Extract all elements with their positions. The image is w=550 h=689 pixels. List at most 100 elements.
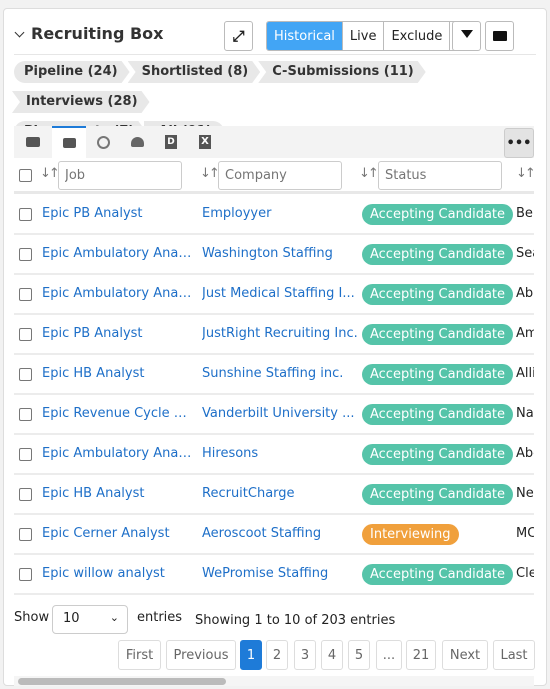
row-checkbox[interactable] — [19, 368, 32, 381]
company-link[interactable]: Vanderbilt University ... — [202, 406, 358, 421]
company-link[interactable]: Hiresons — [202, 446, 358, 461]
company-link[interactable]: Aeroscoot Staffing — [202, 526, 358, 541]
table-row: Epic Revenue Cycle Pr... Vanderbilt Univ… — [14, 395, 534, 435]
company-filter-input[interactable] — [218, 161, 342, 190]
table-row: Epic HB Analyst Sunshine Staffing inc. A… — [14, 355, 534, 395]
status-badge: Accepting Candidate — [362, 444, 514, 465]
sort-column4-icon[interactable]: ↓↑ — [516, 166, 534, 181]
page-button-ellipsis[interactable]: ... — [376, 640, 402, 670]
row-checkbox[interactable] — [19, 528, 32, 541]
column4-cell: New — [516, 486, 534, 501]
collapse-toggle[interactable]: Recruiting Box — [14, 24, 163, 43]
job-link[interactable]: Epic Ambulatory Anal... — [42, 286, 192, 301]
recruiting-box-panel: Recruiting Box ⤢ Historical Live Exclude… — [3, 8, 547, 686]
tab-briefcase[interactable] — [16, 126, 50, 158]
tab-job-search[interactable] — [52, 126, 86, 158]
page-button-21[interactable]: 21 — [406, 640, 436, 670]
expand-button[interactable]: ⤢ — [224, 21, 253, 51]
page-size-select[interactable]: 10 ⌄ — [52, 605, 128, 634]
row-checkbox[interactable] — [19, 408, 32, 421]
mode-exclude-button[interactable]: Exclude — [384, 22, 451, 50]
d-icon: D — [165, 135, 177, 149]
tab-brain[interactable] — [86, 126, 120, 158]
chevron-down-icon — [14, 27, 25, 38]
job-link[interactable]: Epic PB Analyst — [42, 206, 192, 221]
column4-cell: Abb — [516, 286, 534, 301]
filter-button[interactable] — [452, 21, 481, 51]
page-button-previous[interactable]: Previous — [166, 640, 236, 670]
column4-cell: Alli — [516, 366, 534, 381]
sort-job-icon[interactable]: ↓↑ — [40, 166, 60, 181]
helmet-icon — [130, 137, 144, 147]
briefcase-icon — [26, 137, 40, 147]
job-link[interactable]: Epic PB Analyst — [42, 326, 192, 341]
page-button-first[interactable]: First — [118, 640, 161, 670]
status-filter-input[interactable] — [378, 161, 502, 190]
row-checkbox[interactable] — [19, 248, 32, 261]
view-tabs: D X ••• — [14, 126, 534, 158]
table-row: Epic Ambulatory Anal... Washington Staff… — [14, 235, 534, 275]
stage-c-submissions[interactable]: C-Submissions (11) — [258, 61, 426, 83]
more-options-button[interactable]: ••• — [504, 128, 534, 158]
tab-helmet[interactable] — [120, 126, 154, 158]
page-button-4[interactable]: 4 — [321, 640, 343, 670]
table-row: Epic Ambulatory Anal... Just Medical Sta… — [14, 275, 534, 315]
row-checkbox[interactable] — [19, 448, 32, 461]
page-button-2[interactable]: 2 — [266, 640, 288, 670]
stage-pipeline[interactable]: Pipeline (24) — [14, 61, 130, 83]
company-link[interactable]: Employyer — [202, 206, 358, 221]
company-link[interactable]: JustRight Recruiting Inc. — [202, 326, 358, 341]
job-link[interactable]: Epic Ambulatory Anal... — [42, 246, 192, 261]
row-checkbox[interactable] — [19, 568, 32, 581]
page-button-1[interactable]: 1 — [240, 640, 262, 670]
stage-shortlisted[interactable]: Shortlisted (8) — [128, 61, 261, 83]
job-link[interactable]: Epic HB Analyst — [42, 486, 192, 501]
column4-cell: Bel — [516, 206, 534, 221]
row-checkbox[interactable] — [19, 288, 32, 301]
tab-x-sheet[interactable]: X — [188, 126, 222, 158]
table-row: Epic PB Analyst Employyer Accepting Cand… — [14, 195, 534, 235]
scrollbar-thumb[interactable] — [18, 678, 226, 685]
stage-interviews[interactable]: Interviews (28) — [12, 91, 150, 113]
tab-d[interactable]: D — [154, 126, 188, 158]
job-link[interactable]: Epic Cerner Analyst — [42, 526, 192, 541]
page-button-last[interactable]: Last — [493, 640, 535, 670]
status-badge: Accepting Candidate — [362, 204, 514, 225]
mode-toggle-group: Historical Live Exclude ▼ — [266, 21, 473, 51]
job-filter-input[interactable] — [58, 161, 182, 190]
job-link[interactable]: Epic Revenue Cycle Pr... — [42, 406, 192, 421]
expand-icon: ⤢ — [232, 27, 245, 45]
ellipsis-icon: ••• — [506, 135, 532, 151]
filter-row: ↓↑ ↓↑ ↓↑ ↓↑ — [14, 158, 534, 194]
job-link[interactable]: Epic willow analyst — [42, 566, 192, 581]
column4-cell: Abe — [516, 446, 534, 461]
table-row: Epic Cerner Analyst Aeroscoot Staffing I… — [14, 515, 534, 555]
row-checkbox[interactable] — [19, 208, 32, 221]
row-checkbox[interactable] — [19, 488, 32, 501]
panel-header: Recruiting Box ⤢ Historical Live Exclude… — [14, 15, 536, 55]
job-link[interactable]: Epic HB Analyst — [42, 366, 192, 381]
page-button-next[interactable]: Next — [442, 640, 488, 670]
page-button-3[interactable]: 3 — [294, 640, 316, 670]
status-badge: Accepting Candidate — [362, 404, 514, 425]
company-link[interactable]: RecruitCharge — [202, 486, 358, 501]
column4-cell: MC — [516, 526, 534, 541]
page-size-value: 10 — [63, 611, 80, 626]
company-link[interactable]: WePromise Staffing — [202, 566, 358, 581]
horizontal-scrollbar[interactable] — [14, 676, 534, 686]
sort-status-icon[interactable]: ↓↑ — [359, 166, 379, 181]
table-row: Epic Ambulatory Anal... Hiresons Accepti… — [14, 435, 534, 475]
company-link[interactable]: Just Medical Staffing I... — [202, 286, 358, 301]
entries-label: entries — [137, 610, 183, 625]
company-link[interactable]: Sunshine Staffing inc. — [202, 366, 358, 381]
mode-live-button[interactable]: Live — [343, 22, 385, 50]
brain-icon — [96, 135, 110, 149]
company-link[interactable]: Washington Staffing — [202, 246, 358, 261]
email-button[interactable] — [485, 21, 514, 51]
page-button-5[interactable]: 5 — [348, 640, 370, 670]
select-all-checkbox[interactable] — [19, 169, 32, 182]
mode-historical-button[interactable]: Historical — [267, 22, 343, 50]
row-checkbox[interactable] — [19, 328, 32, 341]
sort-company-icon[interactable]: ↓↑ — [200, 166, 220, 181]
job-link[interactable]: Epic Ambulatory Anal... — [42, 446, 192, 461]
